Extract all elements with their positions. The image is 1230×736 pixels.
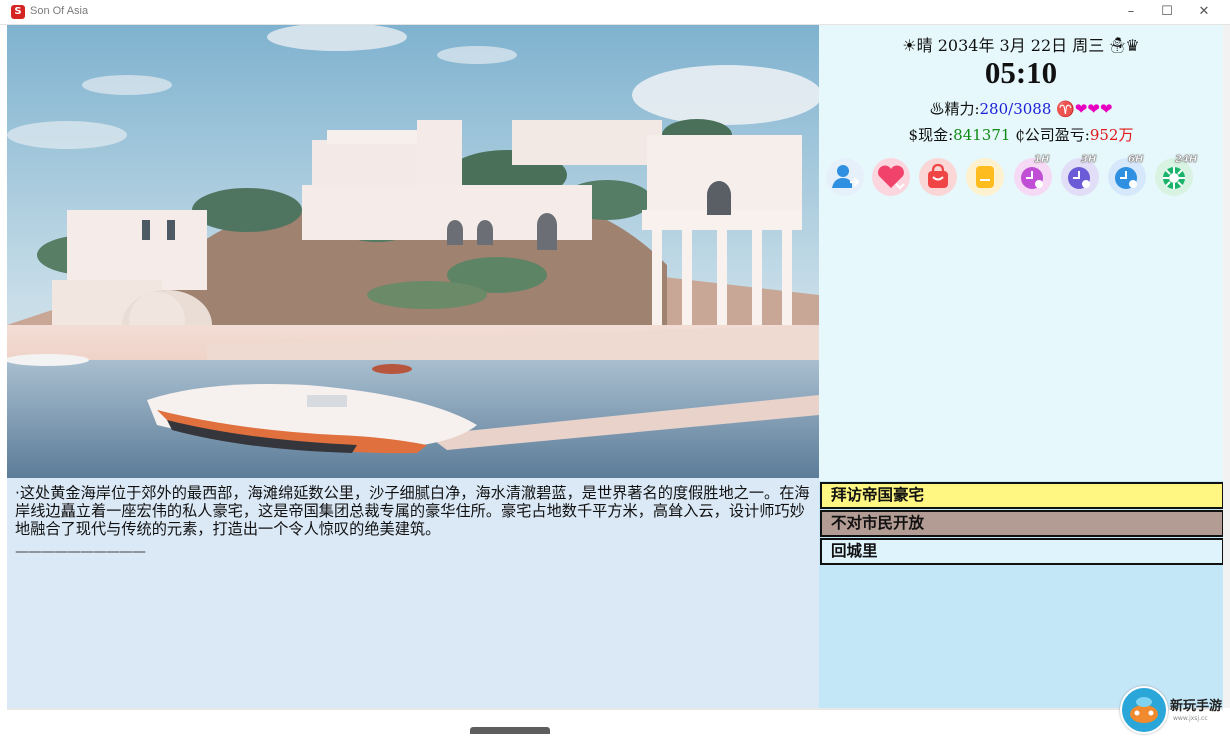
weather-text: 晴 [916, 36, 933, 55]
heart-icon[interactable] [872, 158, 910, 196]
clock-6h-icon[interactable]: 6H [1108, 154, 1146, 196]
company-profit-value: 952万 [1089, 126, 1134, 144]
title-bar: S Son Of Asia – ☐ ✕ [0, 0, 1230, 25]
mansion-beach-illustration [7, 25, 819, 478]
watermark-url: www.jxsj.cc [1173, 715, 1208, 722]
energy-label: 精力: [944, 100, 980, 118]
footer-divider [7, 708, 1223, 710]
window-footer [0, 708, 1230, 734]
date-line: ☀晴 2034年 3月 22日 周三 ☃♛ [819, 32, 1223, 56]
hearts-icon: ❤❤❤ [1074, 100, 1113, 118]
quick-action-toolbar: 1H 3H 6H 24H [819, 154, 1223, 198]
taskbar-fragment [470, 727, 550, 734]
clock-24h-icon[interactable]: 24H [1155, 154, 1198, 196]
energy-value: 280/3088 [979, 100, 1052, 118]
location-scene-image [7, 25, 819, 478]
closed-to-public-button[interactable]: 不对市民开放 [820, 510, 1224, 537]
clock-1h-badge: 1H [1034, 154, 1050, 166]
visit-mansion-button[interactable]: 拜访帝国豪宅 [820, 482, 1224, 509]
notes-icon[interactable] [966, 158, 1004, 196]
clock-6h-badge: 6H [1128, 154, 1144, 166]
return-to-city-button[interactable]: 回城里 [820, 538, 1224, 565]
gamepad-logo-icon [1120, 686, 1168, 734]
contacts-icon[interactable] [826, 158, 864, 196]
close-button[interactable]: ✕ [1187, 2, 1221, 22]
shopping-bag-icon[interactable] [919, 158, 957, 196]
clock-time: 05:10 [984, 55, 1058, 90]
clock-24h-badge: 24H [1175, 154, 1198, 166]
sun-icon: ☀ [902, 36, 917, 55]
divider-line: —————————— [15, 544, 146, 560]
clock-3h-icon[interactable]: 3H [1061, 154, 1099, 196]
location-description: ·这处黄金海岸位于郊外的最西部，海滩绵延数公里，沙子细腻白净，海水清澈碧蓝，是世… [15, 484, 810, 538]
app-logo-icon: S [11, 5, 25, 19]
window-title: Son Of Asia [30, 5, 89, 17]
company-profit-label: ₵公司盈亏: [1015, 126, 1090, 144]
energy-line: ♨精力:280/3088 ♈❤❤❤ [819, 98, 1223, 119]
window-edge [1223, 25, 1230, 708]
clock-3h-badge: 3H [1081, 154, 1097, 166]
hot-spring-icon: ♨ [929, 100, 945, 118]
money-line: $现金:841371 ₵公司盈亏:952万 [819, 124, 1223, 145]
description-panel: ·这处黄金海岸位于郊外的最西部，海滩绵延数公里，沙子细腻白净，海水清澈碧蓝，是世… [7, 478, 819, 708]
minimize-button[interactable]: – [1114, 2, 1148, 22]
watermark-text: 新玩手游 [1170, 699, 1223, 714]
watermark-logo: 新玩手游 www.jxsj.cc [1118, 686, 1230, 734]
date-text: 2034年 3月 22日 周三 [937, 36, 1105, 55]
aries-icon: ♈ [1056, 100, 1075, 118]
cash-label: $现金: [908, 126, 954, 144]
clock-1h-icon[interactable]: 1H [1014, 154, 1052, 196]
cash-value: 841371 [953, 126, 1011, 144]
snowman-crown-icon: ☃♛ [1109, 36, 1140, 55]
status-panel: ☀晴 2034年 3月 22日 周三 ☃♛ 05:10 ♨精力:280/3088… [819, 25, 1223, 481]
maximize-button[interactable]: ☐ [1150, 2, 1184, 22]
